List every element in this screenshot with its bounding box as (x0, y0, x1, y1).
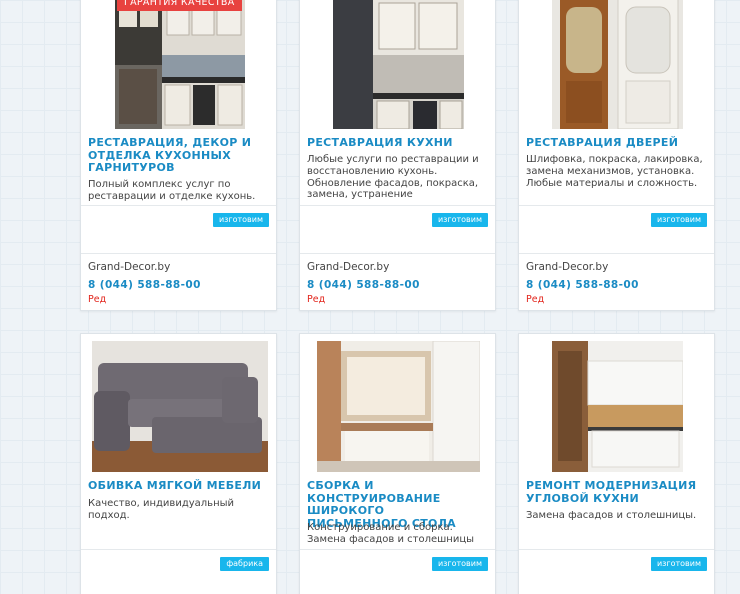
service-tag[interactable]: изготовим (212, 213, 269, 227)
divider (519, 205, 714, 206)
card-description: Качество, индивидуальный подход. (88, 498, 235, 521)
card-description: Полный комплекс услуг по реставрации и о… (88, 179, 256, 201)
shop-name[interactable]: Grand-Decor.by (88, 261, 170, 273)
card-description: Конструирование и сборка. Замена фасадов… (307, 522, 475, 546)
card-title[interactable]: ОБИВКА МЯГКОЙ МЕБЕЛИ (88, 479, 270, 493)
service-tag[interactable]: изготовим (431, 557, 488, 571)
quality-badge: ГАРАНТИЯ КАЧЕСТВА (117, 0, 242, 11)
card-description: Замена фасадов и столешницы. (526, 510, 697, 521)
corner-kitchen-photo (552, 341, 683, 472)
divider (300, 253, 495, 254)
divider (519, 549, 714, 550)
service-tag[interactable]: изготовим (431, 213, 488, 227)
card-image[interactable] (300, 341, 495, 472)
divider (300, 549, 495, 550)
shop-name[interactable]: Grand-Decor.by (526, 261, 608, 273)
divider (81, 253, 276, 254)
service-card[interactable]: ОБИВКА МЯГКОЙ МЕБЕЛИ Качество, индивидуа… (80, 333, 277, 594)
shop-name[interactable]: Grand-Decor.by (307, 261, 389, 273)
card-title[interactable]: РЕСТАВРАЦИЯ КУХНИ (307, 136, 489, 150)
service-tag[interactable]: изготовим (650, 557, 707, 571)
service-card[interactable]: РЕСТАВРАЦИЯ ДВЕРЕЙ Шлифовка, покраска, л… (518, 0, 715, 311)
card-image[interactable] (81, 341, 276, 472)
service-card[interactable]: РЕМОНТ МОДЕРНИЗАЦИЯ УГЛОВОЙ КУХНИ Замена… (518, 333, 715, 594)
divider (81, 205, 276, 206)
service-tag[interactable]: фабрика (220, 557, 269, 571)
card-image[interactable]: ГАРАНТИЯ КАЧЕСТВА (81, 0, 276, 129)
status-label: Ред (307, 294, 326, 305)
card-title[interactable]: РЕСТАВРАЦИЯ, ДЕКОР И ОТДЕЛКА КУХОННЫХ ГА… (88, 136, 270, 175)
card-description: Любые услуги по реставрации и восстановл… (307, 154, 479, 201)
desk-photo (317, 341, 480, 472)
service-card[interactable]: СБОРКА И КОНСТРУИРОВАНИЕ ШИРОКОГО ПИСЬМЕ… (299, 333, 496, 594)
status-label: Ред (526, 294, 545, 305)
phone-number[interactable]: 8 (044) 588-88-00 (88, 279, 201, 291)
phone-number[interactable]: 8 (044) 588-88-00 (307, 279, 420, 291)
service-tag[interactable]: изготовим (650, 213, 707, 227)
status-label: Ред (88, 294, 107, 305)
sofa-photo (91, 341, 268, 472)
divider (300, 205, 495, 206)
card-description: Шлифовка, покраска, лакировка, замена ме… (526, 154, 703, 189)
divider (81, 549, 276, 550)
service-card[interactable]: ГАРАНТИЯ КАЧЕСТВА РЕСТАВРАЦИЯ, ДЕКОР И О… (80, 0, 277, 311)
card-title[interactable]: РЕМОНТ МОДЕРНИЗАЦИЯ УГЛОВОЙ КУХНИ (526, 479, 708, 505)
doors-photo (552, 0, 683, 129)
phone-number[interactable]: 8 (044) 588-88-00 (526, 279, 639, 291)
card-image[interactable] (300, 0, 495, 129)
card-image[interactable] (519, 0, 714, 129)
card-image[interactable] (519, 341, 714, 472)
card-title[interactable]: РЕСТАВРАЦИЯ ДВЕРЕЙ (526, 136, 708, 150)
service-card[interactable]: РЕСТАВРАЦИЯ КУХНИ Любые услуги по рестав… (299, 0, 496, 311)
divider (519, 253, 714, 254)
kitchen-photo (333, 0, 464, 129)
kitchen-photo (114, 0, 245, 129)
